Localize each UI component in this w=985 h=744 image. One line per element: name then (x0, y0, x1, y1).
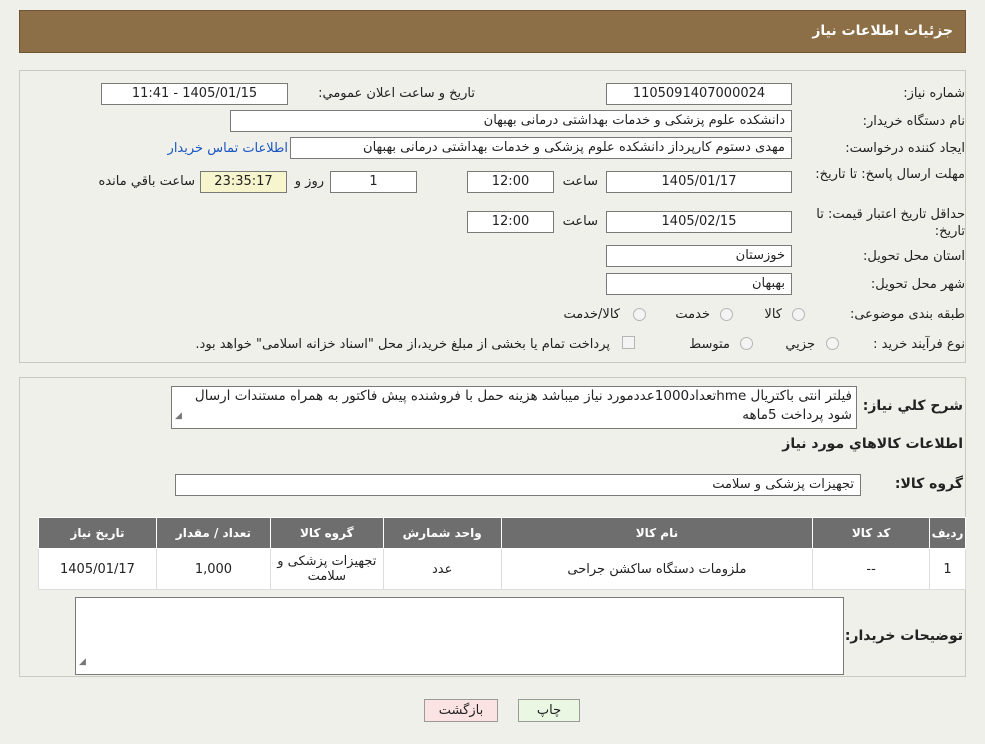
creator-field: مهدی دستوم کارپرداز دانشکده علوم پزشکی و… (290, 137, 792, 159)
validity-time-label: ساعت (562, 214, 598, 229)
cell-row: 1 (929, 548, 966, 590)
goods-table-header: رديف کد کالا نام کالا واحد شمارش گروه کا… (38, 517, 966, 549)
need-number-field: 1105091407000024 (606, 83, 792, 105)
cell-unit: عدد (382, 548, 502, 590)
process-minor-label: جزيي (785, 337, 815, 352)
process-medium-label: متوسط (689, 337, 730, 352)
category-label: طبقه بندی موضوعی: (849, 307, 965, 322)
resize-handle-icon[interactable]: ◢ (79, 652, 86, 672)
buyer-contact-link[interactable]: اطلاعات تماس خريدار (168, 141, 288, 156)
goods-table: رديف کد کالا نام کالا واحد شمارش گروه کا… (38, 517, 966, 590)
province-label: استان محل تحويل: (863, 249, 965, 264)
remaining-time-label: ساعت باقي مانده (98, 174, 195, 189)
col-unit: واحد شمارش (382, 517, 502, 549)
col-code: کد کالا (812, 517, 931, 549)
validity-label: حداقل تاريخ اعتبار قيمت: تا تاريخ: (816, 207, 965, 239)
col-name: نام کالا (500, 517, 814, 549)
treasury-payment-note: پرداخت تمام يا بخشی از مبلغ خريد،از محل … (195, 337, 610, 352)
deadline-date-field: 1405/01/17 (606, 171, 792, 193)
deadline-label: مهلت ارسال پاسخ: تا تاريخ: (815, 167, 965, 182)
cell-code: -- (812, 548, 931, 590)
col-row: رديف (929, 517, 966, 549)
back-button[interactable]: بازگشت (424, 699, 498, 722)
cell-group: تجهيزات پزشکی و سلامت (269, 548, 384, 590)
category-goods-service-radio[interactable] (633, 308, 646, 321)
cell-name: ملزومات دستگاه ساکشن جراحی (500, 548, 814, 590)
page-header: جزئيات اطلاعات نياز (19, 10, 966, 53)
days-label: روز و (294, 174, 324, 189)
resize-handle-icon[interactable]: ◢ (175, 407, 182, 426)
deadline-time-field: 12:00 (467, 171, 554, 193)
deadline-time-label: ساعت (562, 174, 598, 189)
days-remaining-field: 1 (330, 171, 417, 193)
city-label: شهر محل تحويل: (870, 277, 965, 292)
print-button[interactable]: چاپ (518, 699, 580, 722)
creator-label: ايجاد کننده درخواست: (845, 141, 965, 156)
buyer-org-field: دانشکده علوم پزشکی و خدمات بهداشتی درمان… (230, 110, 792, 132)
process-type-label: نوع فرآيند خريد : (873, 337, 965, 352)
province-field: خوزستان (606, 245, 792, 267)
cell-date: 1405/01/17 (38, 548, 157, 590)
category-service-radio[interactable] (720, 308, 733, 321)
category-goods-label: کالا (764, 307, 782, 322)
goods-group-field: تجهيزات پزشکی و سلامت (175, 474, 861, 496)
announce-label: تاريخ و ساعت اعلان عمومي: (318, 86, 475, 101)
process-medium-radio[interactable] (740, 337, 753, 350)
buyer-org-label: نام دستگاه خريدار: (862, 114, 965, 129)
category-service-label: خدمت (675, 307, 710, 322)
goods-group-label: گروه کالا: (894, 476, 963, 492)
description-text: فیلتر انتی باکتریال hmeتعداد1000عددمورد … (194, 388, 852, 423)
col-group: گروه کالا (269, 517, 384, 549)
description-textarea[interactable]: فیلتر انتی باکتریال hmeتعداد1000عددمورد … (171, 386, 857, 429)
validity-time-field: 12:00 (467, 211, 554, 233)
col-date: تاريخ نياز (38, 517, 157, 549)
process-minor-radio[interactable] (826, 337, 839, 350)
cell-qty: 1,000 (155, 548, 271, 590)
page-title: جزئيات اطلاعات نياز (812, 23, 953, 39)
buyer-notes-textarea[interactable]: ◢ (75, 597, 844, 675)
treasury-payment-checkbox[interactable] (622, 336, 635, 349)
remaining-time-field: 23:35:17 (200, 171, 287, 193)
table-row: 1 -- ملزومات دستگاه ساکشن جراحی عدد تجهي… (38, 548, 966, 590)
validity-date-field: 1405/02/15 (606, 211, 792, 233)
category-goods-service-label: کالا/خدمت (563, 307, 620, 322)
announce-datetime-field: 1405/01/15 - 11:41 (101, 83, 288, 105)
city-field: بهبهان (606, 273, 792, 295)
description-label: شرح کلي نياز: (862, 398, 963, 414)
col-qty: تعداد / مقدار (155, 517, 271, 549)
category-goods-radio[interactable] (792, 308, 805, 321)
goods-section-title: اطلاعات کالاهاي مورد نياز (782, 436, 963, 452)
buyer-notes-label: توضيحات خريدار: (844, 628, 963, 644)
need-number-label: شماره نياز: (903, 86, 965, 101)
